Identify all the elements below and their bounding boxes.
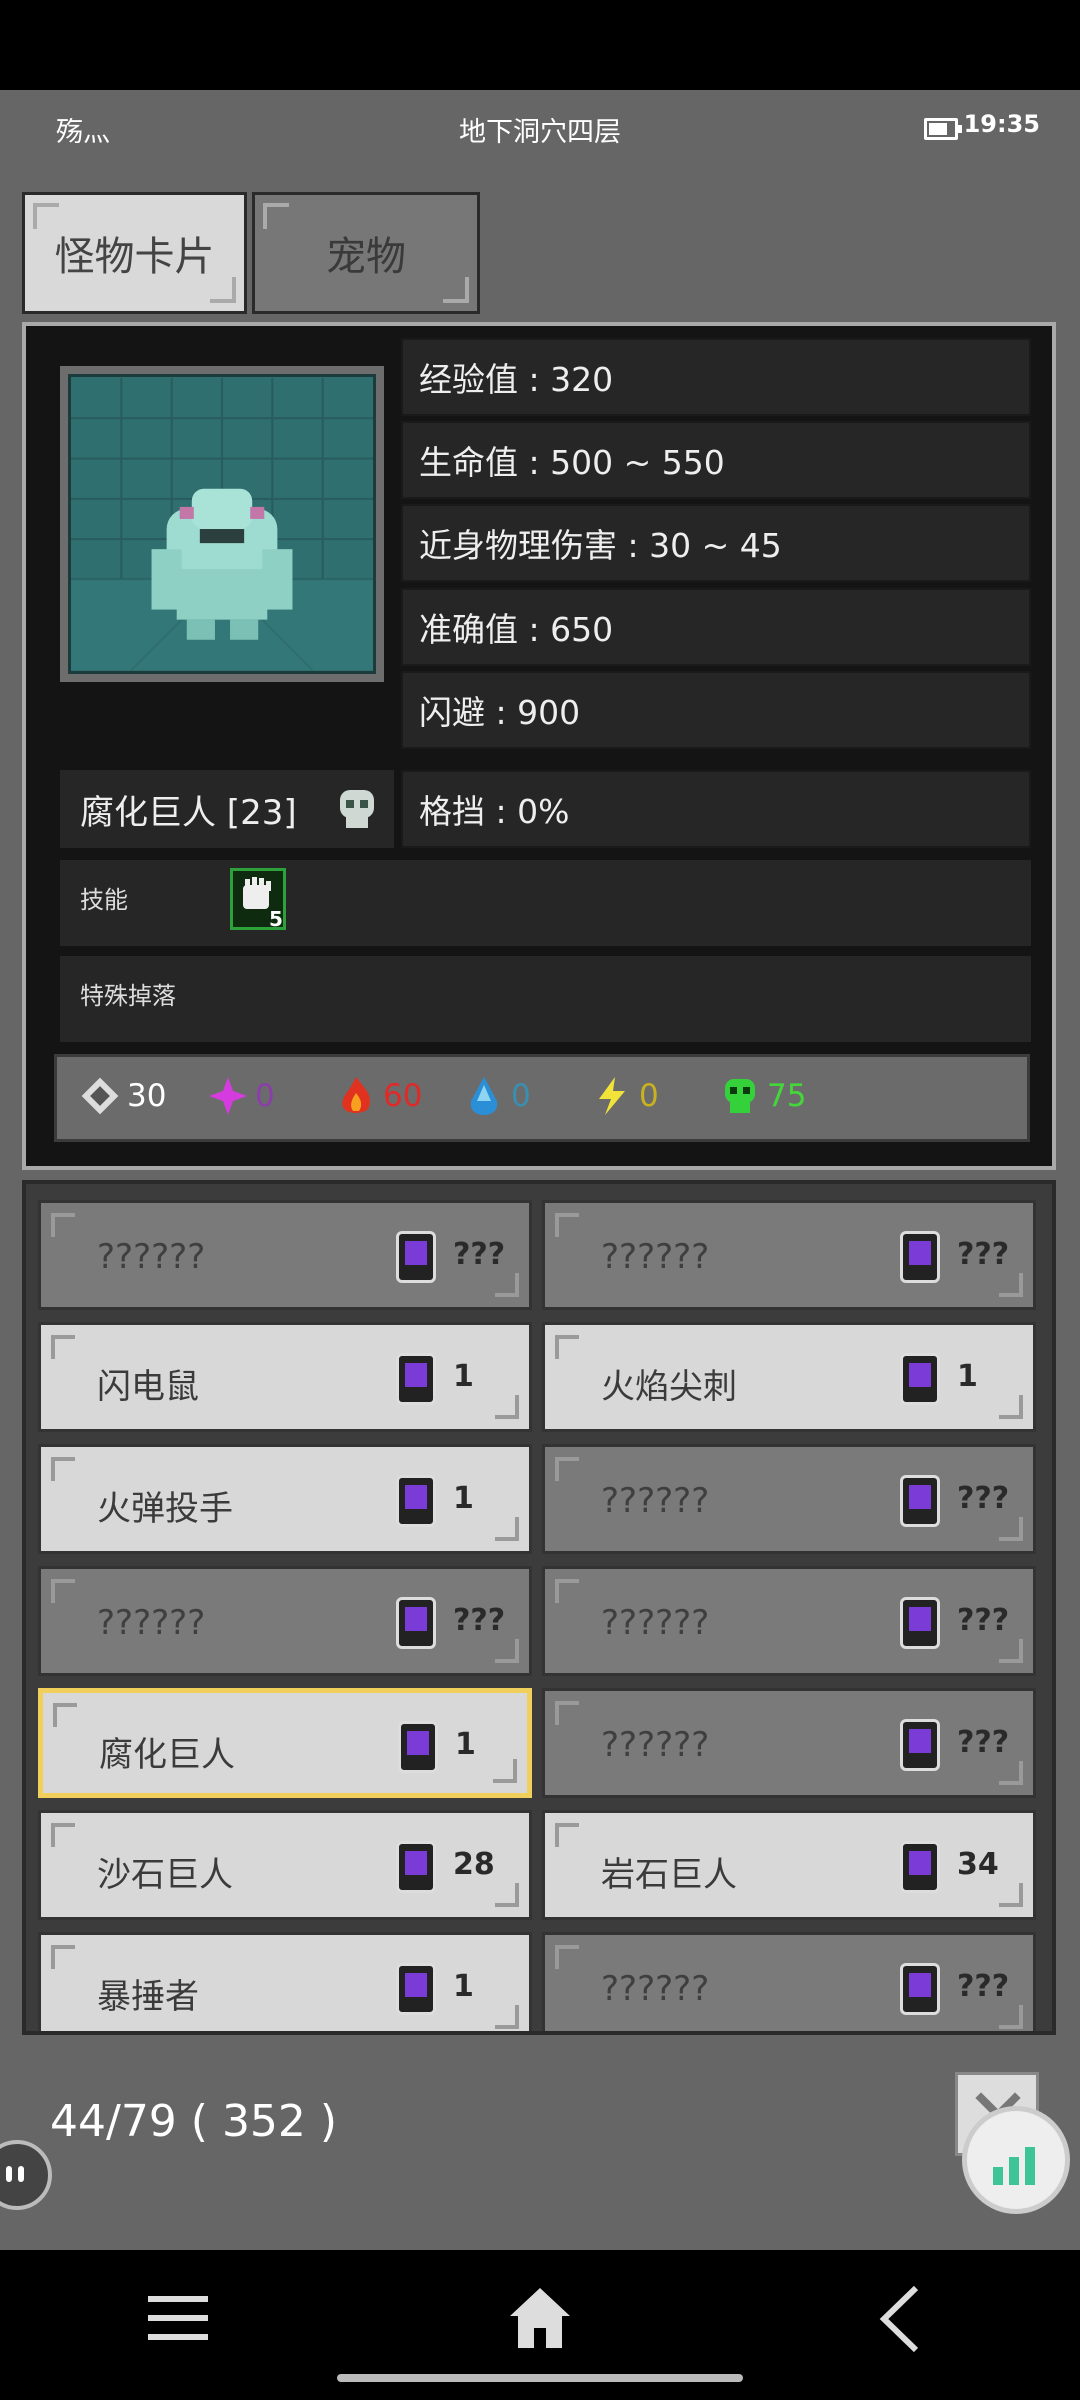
resistance-bar: 30 0 60 0 0 75: [54, 1054, 1030, 1142]
tab-label: 怪物卡片: [54, 234, 215, 280]
menu-icon[interactable]: [146, 2288, 210, 2348]
monster-name-box: 腐化巨人 [23]: [60, 770, 394, 848]
stat-hp: 生命值 : 500 ~ 550: [401, 421, 1031, 499]
stat-accuracy: 准确值 : 650: [401, 588, 1031, 666]
card-icon: [398, 1721, 438, 1773]
card-slot[interactable]: 闪电鼠 1: [38, 1322, 532, 1432]
skill-level: 5: [269, 907, 283, 931]
physical-icon: [81, 1077, 119, 1115]
monster-sprite-icon: [71, 378, 373, 671]
floating-stats-icon[interactable]: [962, 2106, 1070, 2214]
card-icon: [396, 1353, 436, 1405]
card-icon: [396, 1475, 436, 1527]
card-slot[interactable]: 沙石巨人 28: [38, 1810, 532, 1920]
stat-exp: 经验值 : 320: [401, 338, 1031, 416]
special-drops-row: 特殊掉落: [60, 956, 1031, 1042]
skills-row: 技能 5: [60, 860, 1031, 946]
card-icon: [900, 1353, 940, 1405]
card-slot[interactable]: 岩石巨人 34: [542, 1810, 1036, 1920]
card-slot[interactable]: ?????????: [38, 1200, 532, 1310]
chat-bubble-icon[interactable]: [0, 2140, 52, 2210]
card-icon: [900, 1231, 940, 1283]
special-drops-label: 特殊掉落: [80, 982, 176, 1010]
skull-icon: [340, 790, 374, 828]
card-icon: [900, 1841, 940, 1893]
monster-portrait: [60, 366, 384, 682]
resist-value: 0: [639, 1078, 659, 1114]
fire-icon: [342, 1077, 371, 1113]
card-slot[interactable]: ?????????: [542, 1444, 1036, 1554]
tab-label: 宠物: [326, 234, 406, 280]
home-indicator[interactable]: [337, 2374, 743, 2382]
skills-label: 技能: [80, 886, 128, 914]
resist-poison: 75: [719, 1075, 806, 1117]
battery-icon: [924, 118, 962, 140]
resist-arcane: 0: [207, 1075, 275, 1117]
card-slot-selected[interactable]: 腐化巨人 1: [38, 1688, 532, 1798]
card-icon: [396, 1841, 436, 1893]
card-slot[interactable]: 暴捶者 1: [38, 1932, 532, 2031]
clock: 19:35: [963, 110, 1040, 138]
resist-value: 0: [255, 1078, 275, 1114]
card-slot[interactable]: ?????????: [542, 1566, 1036, 1676]
resist-value: 30: [127, 1078, 167, 1114]
back-icon[interactable]: [876, 2284, 924, 2354]
resist-value: 75: [767, 1078, 807, 1114]
card-icon: [900, 1719, 940, 1771]
card-slot[interactable]: 火弹投手 1: [38, 1444, 532, 1554]
lightning-icon: [599, 1077, 625, 1115]
resist-lightning: 0: [591, 1075, 659, 1117]
monster-name: 腐化巨人 [23]: [80, 792, 297, 833]
card-slot[interactable]: ?????????: [542, 1688, 1036, 1798]
resist-value: 60: [383, 1078, 423, 1114]
card-icon: [900, 1597, 940, 1649]
card-slot[interactable]: ?????????: [542, 1200, 1036, 1310]
monster-card-grid: ????????? ????????? 闪电鼠 1 火焰尖刺 1 火弹投手 1 ???…: [22, 1180, 1056, 2035]
card-icon: [396, 1597, 436, 1649]
resist-ice: 0: [463, 1075, 531, 1117]
tab-monster-cards[interactable]: 怪物卡片: [22, 192, 247, 314]
card-icon: [900, 1963, 940, 2015]
resist-physical: 30: [79, 1075, 166, 1117]
resist-fire: 60: [335, 1075, 422, 1117]
monster-card-panel: 经验值 : 320 生命值 : 500 ~ 550 近身物理伤害 : 30 ~ …: [22, 322, 1056, 1170]
skill-fist-icon[interactable]: 5: [230, 868, 286, 931]
stat-melee-damage: 近身物理伤害 : 30 ~ 45: [401, 504, 1031, 582]
card-icon: [396, 1231, 436, 1283]
card-slot[interactable]: ?????????: [542, 1932, 1036, 2031]
status-bar: 殇灬 地下洞穴四层 19:35: [0, 90, 1080, 170]
resist-value: 0: [511, 1078, 531, 1114]
tab-pets[interactable]: 宠物: [252, 192, 480, 314]
stat-block: 格挡 : 0%: [401, 770, 1031, 848]
card-slot[interactable]: ?????????: [38, 1566, 532, 1676]
card-icon: [396, 1963, 436, 2015]
collection-progress: 44/79 ( 352 ): [50, 2096, 338, 2147]
card-slot[interactable]: 火焰尖刺 1: [542, 1322, 1036, 1432]
location-title: 地下洞穴四层: [459, 117, 621, 148]
ice-icon: [470, 1077, 498, 1115]
arcane-icon: [209, 1077, 247, 1115]
poison-icon: [725, 1079, 755, 1113]
home-icon[interactable]: [506, 2284, 574, 2352]
card-icon: [900, 1475, 940, 1527]
stat-evasion: 闪避 : 900: [401, 671, 1031, 749]
